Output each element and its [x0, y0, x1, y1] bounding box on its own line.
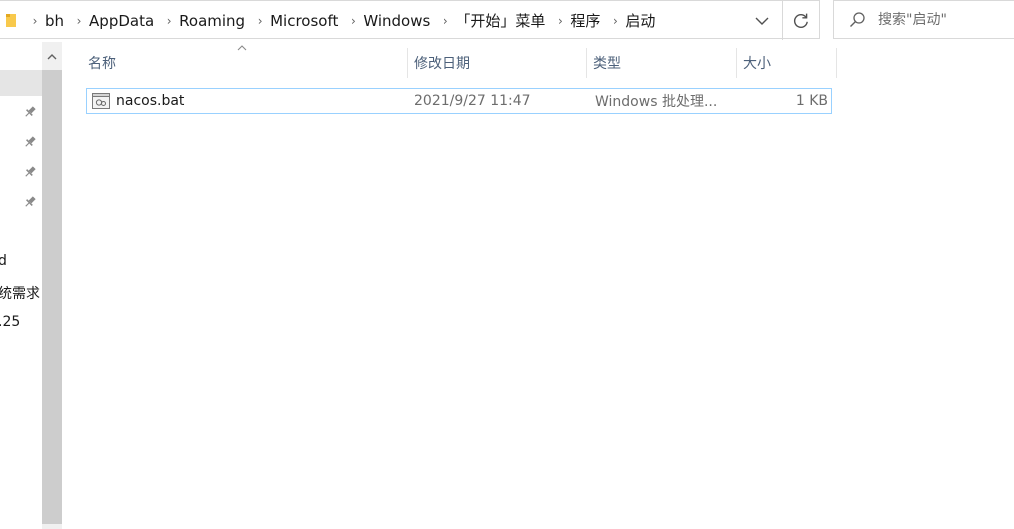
pin-icon[interactable] [23, 105, 37, 119]
column-header-name-label: 名称 [88, 56, 116, 72]
chevron-right-icon[interactable]: › [162, 14, 176, 28]
breadcrumb-item-microsoft[interactable]: Microsoft [270, 12, 338, 30]
breadcrumb-item-bh[interactable]: bh [45, 12, 64, 30]
scroll-thumb[interactable] [42, 70, 62, 524]
breadcrumb: › bh › AppData › Roaming › Microsoft › W… [28, 1, 663, 40]
file-type: Windows 批处理... [595, 94, 718, 110]
file-date: 2021/9/27 11:47 [414, 93, 531, 109]
file-row[interactable]: nacos.bat 2021/9/27 11:47 Windows 批处理...… [86, 88, 832, 114]
chevron-right-icon[interactable]: › [553, 14, 567, 28]
breadcrumb-item-start-menu[interactable]: 「开始」菜单 [455, 10, 545, 31]
nav-scrollbar[interactable] [42, 42, 62, 529]
file-explorer-window: › bh › AppData › Roaming › Microsoft › W… [0, 0, 1014, 529]
chevron-right-icon[interactable]: › [72, 14, 86, 28]
chevron-right-icon[interactable]: › [253, 14, 267, 28]
breadcrumb-item-appdata[interactable]: AppData [89, 12, 154, 30]
refresh-icon [793, 13, 808, 28]
column-header-date-label: 修改日期 [414, 56, 470, 72]
batch-file-icon [92, 93, 110, 109]
breadcrumb-item-windows[interactable]: Windows [363, 12, 430, 30]
column-header-row: 名称 修改日期 类型 大小 [62, 42, 837, 84]
column-header-name[interactable]: 名称 [82, 42, 407, 84]
chevron-right-icon[interactable]: › [346, 14, 360, 28]
pin-icon[interactable] [23, 195, 37, 209]
refresh-button[interactable] [783, 1, 819, 40]
address-bar[interactable]: › bh › AppData › Roaming › Microsoft › W… [0, 0, 820, 40]
chevron-up-icon [47, 53, 57, 59]
file-size: 1 KB [795, 93, 828, 109]
pin-icon[interactable] [23, 135, 37, 149]
search-icon [850, 12, 865, 27]
chevron-right-icon[interactable]: › [438, 14, 452, 28]
breadcrumb-item-startup[interactable]: 启动 [625, 10, 655, 31]
nav-item-label[interactable]: 统需求 [0, 283, 40, 303]
nav-item-label[interactable]: d [0, 253, 7, 269]
breadcrumb-item-roaming[interactable]: Roaming [179, 12, 245, 30]
nav-item-label[interactable]: .25 [0, 314, 20, 330]
chevron-right-icon[interactable]: › [28, 14, 42, 28]
file-list: 名称 修改日期 类型 大小 nacos.bat 2021/9/27 11:47 … [62, 42, 1014, 529]
column-divider[interactable] [836, 48, 837, 78]
chevron-down-icon [755, 17, 769, 25]
toolbar: › bh › AppData › Roaming › Microsoft › W… [0, 0, 1014, 40]
column-header-date[interactable]: 修改日期 [408, 42, 586, 84]
column-header-type-label: 类型 [593, 56, 621, 72]
address-dropdown-button[interactable] [743, 1, 781, 40]
file-name: nacos.bat [116, 93, 185, 109]
breadcrumb-item-programs[interactable]: 程序 [570, 10, 600, 31]
folder-icon [6, 14, 16, 27]
nav-item-selected[interactable] [0, 70, 42, 96]
pin-icon[interactable] [23, 165, 37, 179]
navigation-items: d 统需求 .25 [0, 42, 42, 529]
column-header-type[interactable]: 类型 [587, 42, 736, 84]
column-header-size-label: 大小 [743, 56, 771, 72]
navigation-pane: d 统需求 .25 [0, 42, 62, 529]
scroll-up-button[interactable] [42, 42, 62, 70]
search-box[interactable] [833, 0, 1014, 39]
search-input[interactable] [878, 1, 1008, 38]
chevron-right-icon[interactable]: › [608, 14, 622, 28]
column-header-size[interactable]: 大小 [737, 42, 836, 84]
